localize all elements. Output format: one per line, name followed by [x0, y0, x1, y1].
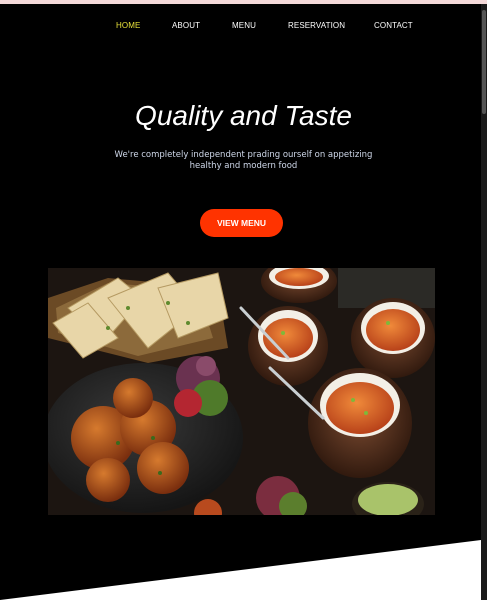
- nav-reservation[interactable]: RESERVATION: [288, 21, 345, 30]
- bottom-diagonal-shape: [0, 540, 481, 600]
- food-photo-illustration: [48, 268, 435, 515]
- hero-subtitle: We're completely independent prading our…: [90, 150, 397, 172]
- hero-subtitle-line-1: We're completely independent prading our…: [114, 150, 373, 160]
- nav-home[interactable]: HOME: [116, 21, 140, 30]
- nav-menu[interactable]: MENU: [232, 21, 256, 30]
- nav-contact[interactable]: CONTACT: [374, 21, 413, 30]
- top-border: [0, 0, 487, 4]
- scrollbar[interactable]: [481, 4, 487, 600]
- hero-title: Quality and Taste: [135, 100, 352, 131]
- food-image: [48, 268, 435, 515]
- hero-subtitle-line-2: healthy and modern food: [189, 161, 298, 171]
- nav-about[interactable]: ABOUT: [172, 21, 200, 30]
- view-menu-button[interactable]: VIEW MENU: [200, 209, 283, 237]
- main-nav: HOME ABOUT MENU RESERVATION CONTACT: [0, 21, 487, 35]
